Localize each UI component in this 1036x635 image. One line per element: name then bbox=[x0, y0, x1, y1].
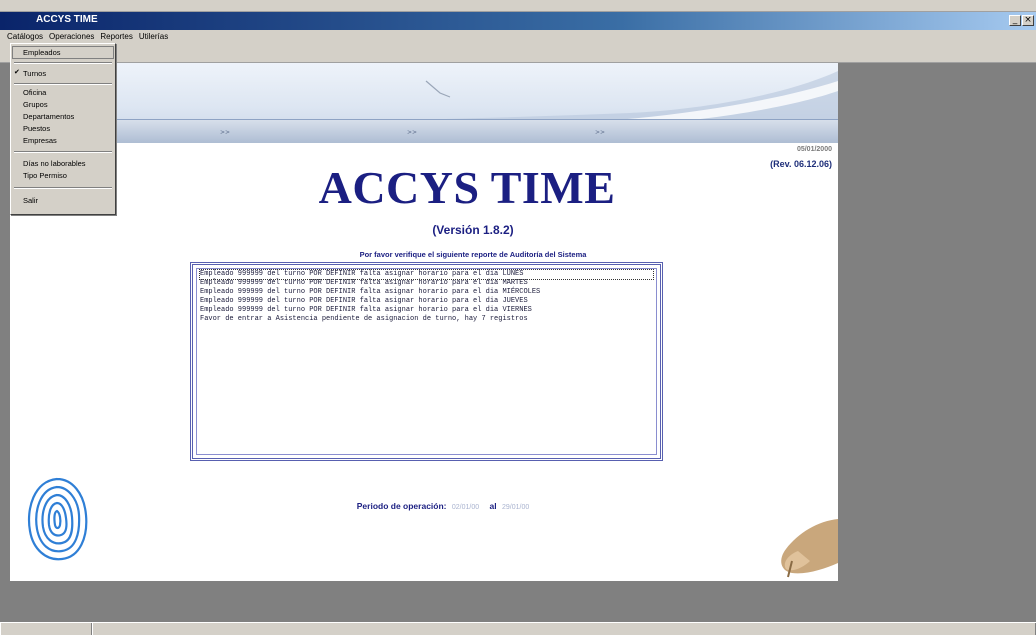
operation-period: Periodo de operación: 02/01/00 al 29/01/… bbox=[10, 501, 838, 511]
period-separator: al bbox=[489, 501, 497, 511]
header-banner: >> >> >> bbox=[10, 63, 838, 143]
audit-line[interactable]: Favor de entrar a Asistencia pendiente d… bbox=[200, 315, 653, 324]
audit-line[interactable]: Empleado 999999 del turno POR DEFINIR fa… bbox=[200, 279, 653, 288]
minimize-button[interactable]: _ bbox=[1009, 15, 1021, 26]
audit-line[interactable]: Empleado 999999 del turno POR DEFINIR fa… bbox=[199, 269, 654, 280]
menu-catalogos[interactable]: Catálogos bbox=[4, 30, 46, 43]
menu-item-salir[interactable]: Salir bbox=[13, 195, 113, 206]
menu-separator bbox=[14, 151, 112, 153]
window-title: ACCYS TIME bbox=[36, 14, 98, 25]
audit-report-list[interactable]: Empleado 999999 del turno POR DEFINIR fa… bbox=[196, 268, 657, 455]
banner-arrow-icon: >> bbox=[407, 129, 418, 136]
app-title: ACCYS TIME bbox=[318, 162, 616, 213]
status-bar bbox=[0, 622, 1036, 635]
menu-separator bbox=[14, 62, 112, 64]
banner-bar bbox=[10, 119, 838, 143]
banner-arrow-icon: >> bbox=[595, 129, 606, 136]
period-from: 02/01/00 bbox=[451, 504, 480, 511]
close-button[interactable]: × bbox=[1022, 15, 1034, 26]
period-to: 29/01/00 bbox=[501, 504, 530, 511]
status-panel bbox=[92, 623, 1036, 635]
menu-item-empresas[interactable]: Empresas bbox=[13, 135, 113, 146]
menu-separator bbox=[14, 187, 112, 189]
menu-bar: Catálogos Operaciones Reportes Utilerías bbox=[0, 30, 1036, 43]
menu-operaciones[interactable]: Operaciones bbox=[46, 30, 97, 43]
menu-item-departamentos[interactable]: Departamentos bbox=[13, 111, 113, 122]
menu-item-dias-no-laborables[interactable]: Días no laborables bbox=[13, 158, 113, 169]
menu-item-puestos[interactable]: Puestos bbox=[13, 123, 113, 134]
main-window: >> >> >> 05/01/2000 (Rev. 06.12.06) ACCY… bbox=[10, 63, 838, 581]
toolbar-band bbox=[0, 43, 1036, 63]
hand-image bbox=[781, 519, 838, 578]
banner-arrow-icon: >> bbox=[220, 129, 231, 136]
current-date: 05/01/2000 bbox=[796, 146, 832, 153]
audit-caption: Por favor verifique el siguiente reporte… bbox=[359, 250, 587, 259]
status-panel bbox=[0, 623, 92, 635]
window-controls: _ × bbox=[1009, 15, 1034, 26]
audit-line[interactable]: Empleado 999999 del turno POR DEFINIR fa… bbox=[200, 306, 653, 315]
menu-reportes[interactable]: Reportes bbox=[97, 30, 135, 43]
screen: ACCYS TIME _ × Catálogos Operaciones Rep… bbox=[0, 0, 1036, 635]
menu-separator bbox=[14, 83, 112, 85]
menu-item-empleados[interactable]: Empleados bbox=[12, 46, 114, 59]
title-bar[interactable]: ACCYS TIME _ × bbox=[0, 12, 1036, 30]
menu-item-oficina[interactable]: Oficina bbox=[13, 87, 113, 98]
menu-item-tipo-permiso[interactable]: Tipo Permiso bbox=[13, 170, 113, 181]
audit-line[interactable]: Empleado 999999 del turno POR DEFINIR fa… bbox=[200, 297, 653, 306]
menu-item-grupos[interactable]: Grupos bbox=[13, 99, 113, 110]
period-label: Periodo de operación: bbox=[356, 501, 447, 511]
menu-item-turnos[interactable]: Turnos bbox=[13, 68, 113, 79]
menu-utilerias[interactable]: Utilerías bbox=[136, 30, 171, 43]
catalogos-dropdown-menu: Empleados ✔ Turnos Oficina Grupos Depart… bbox=[10, 43, 116, 215]
audit-line[interactable]: Empleado 999999 del turno POR DEFINIR fa… bbox=[200, 288, 653, 297]
audit-report-box: Empleado 999999 del turno POR DEFINIR fa… bbox=[190, 262, 663, 461]
outer-frame-top bbox=[0, 0, 1036, 12]
version-label: (Versión 1.8.2) bbox=[432, 223, 514, 237]
fingerprint-icon bbox=[28, 477, 88, 561]
